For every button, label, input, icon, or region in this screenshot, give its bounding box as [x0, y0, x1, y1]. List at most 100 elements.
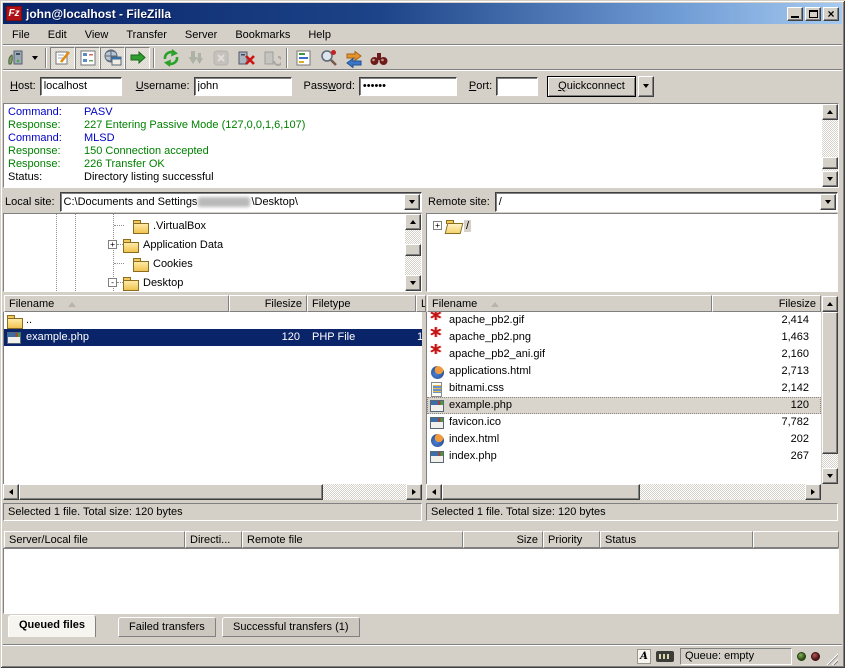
- tree-expander[interactable]: +: [108, 240, 117, 249]
- remote-vscrollbar[interactable]: [822, 296, 838, 484]
- file-row[interactable]: apache_pb2.gif 2,414: [427, 312, 821, 329]
- column-header-filename[interactable]: Filename: [427, 295, 712, 312]
- resize-grip-icon[interactable]: [825, 652, 838, 665]
- scrollbar-thumb[interactable]: [442, 484, 640, 500]
- column-header-size[interactable]: Size: [463, 531, 543, 548]
- scrollbar-down-button[interactable]: [822, 171, 838, 187]
- file-type-icon: [429, 347, 445, 363]
- column-header-filesize[interactable]: Filesize: [229, 295, 307, 312]
- local-site-dropdown-button[interactable]: [404, 194, 420, 210]
- scrollbar-right-button[interactable]: [805, 484, 821, 500]
- username-input[interactable]: [194, 77, 292, 96]
- scrollbar-up-button[interactable]: [405, 214, 421, 230]
- column-header-server-local-file[interactable]: Server/Local file: [4, 531, 185, 548]
- column-header-filetype[interactable]: Filetype: [307, 295, 416, 312]
- local-tree-scrollbar[interactable]: [405, 214, 421, 291]
- queue-list[interactable]: [3, 548, 839, 614]
- column-header-filename[interactable]: Filename: [4, 295, 229, 312]
- scrollbar-down-button[interactable]: [405, 275, 421, 291]
- reconnect-button[interactable]: [258, 47, 283, 70]
- scrollbar-thumb[interactable]: [405, 244, 421, 256]
- tree-item-virtualbox[interactable]: .VirtualBox: [114, 216, 206, 235]
- remote-site-dropdown-button[interactable]: [820, 194, 836, 210]
- title-bar[interactable]: Fz john@localhost - FileZilla ×: [3, 3, 842, 24]
- tree-item-application-data[interactable]: + Application Data: [108, 235, 223, 254]
- password-input[interactable]: [359, 77, 457, 96]
- synchronized-browsing-button[interactable]: [341, 47, 366, 70]
- toggle-local-tree-button[interactable]: [75, 47, 100, 70]
- remote-site-combo[interactable]: /: [495, 192, 838, 212]
- column-header-filesize[interactable]: Filesize: [712, 295, 821, 312]
- quickconnect-button[interactable]: Quickconnect: [547, 76, 636, 97]
- toggle-message-log-button[interactable]: [50, 47, 75, 70]
- file-row-selected[interactable]: example.php 120: [427, 397, 821, 414]
- tree-expander[interactable]: -: [108, 278, 117, 287]
- maximize-button[interactable]: [805, 7, 821, 21]
- scrollbar-thumb[interactable]: [19, 484, 323, 500]
- tree-item-cookies[interactable]: Cookies: [114, 254, 193, 273]
- site-manager-button[interactable]: [3, 47, 28, 70]
- queue-splitter[interactable]: [3, 522, 842, 531]
- process-queue-button[interactable]: [183, 47, 208, 70]
- toggle-remote-tree-button[interactable]: [100, 47, 125, 70]
- toggle-transfer-queue-button[interactable]: [125, 47, 150, 70]
- file-row[interactable]: favicon.ico 7,782: [427, 414, 821, 431]
- column-header-remote-file[interactable]: Remote file: [242, 531, 463, 548]
- remote-hscrollbar[interactable]: [426, 484, 821, 500]
- port-input[interactable]: [496, 77, 538, 96]
- column-header-status[interactable]: Status: [600, 531, 753, 548]
- file-row-example-php[interactable]: example.php 120 PHP File 1: [4, 329, 422, 346]
- close-button[interactable]: ×: [823, 7, 839, 21]
- directory-comparison-button[interactable]: [316, 47, 341, 70]
- host-input[interactable]: [40, 77, 122, 96]
- column-header-priority[interactable]: Priority: [543, 531, 600, 548]
- speed-limits-icon[interactable]: [656, 651, 674, 662]
- column-header-direction[interactable]: Directi...: [185, 531, 242, 548]
- tab-successful-transfers[interactable]: Successful transfers (1): [222, 617, 360, 637]
- menu-transfer[interactable]: Transfer: [117, 26, 176, 44]
- tree-expander[interactable]: +: [433, 221, 442, 230]
- file-row[interactable]: apache_pb2.png 1,463: [427, 329, 821, 346]
- tab-failed-transfers[interactable]: Failed transfers: [118, 617, 216, 637]
- local-site-combo[interactable]: C:\Documents and Settings\Desktop\: [60, 192, 422, 212]
- scrollbar-left-button[interactable]: [3, 484, 19, 500]
- menu-edit[interactable]: Edit: [39, 26, 76, 44]
- tree-item-label: Cookies: [153, 258, 193, 270]
- scrollbar-up-button[interactable]: [822, 104, 838, 120]
- directory-listing-filters-button[interactable]: [291, 47, 316, 70]
- scrollbar-right-button[interactable]: [406, 484, 422, 500]
- scrollbar-thumb[interactable]: [822, 312, 838, 454]
- tab-queued-files[interactable]: Queued files: [8, 615, 96, 637]
- disconnect-button[interactable]: [233, 47, 258, 70]
- find-files-button[interactable]: [366, 47, 391, 70]
- filezilla-app-icon[interactable]: Fz: [6, 6, 22, 21]
- minimize-button[interactable]: [787, 7, 803, 21]
- menu-server[interactable]: Server: [176, 26, 226, 44]
- menu-help[interactable]: Help: [299, 26, 340, 44]
- file-row[interactable]: index.php 267: [427, 448, 821, 465]
- refresh-button[interactable]: [158, 47, 183, 70]
- ascii-data-type-icon[interactable]: A: [637, 649, 651, 664]
- menu-bookmarks[interactable]: Bookmarks: [226, 26, 299, 44]
- tree-item-root[interactable]: + /: [433, 216, 471, 235]
- cancel-operation-button[interactable]: [208, 47, 233, 70]
- tree-item-desktop[interactable]: - Desktop: [108, 273, 183, 292]
- file-row[interactable]: applications.html 2,713: [427, 363, 821, 380]
- scrollbar-down-button[interactable]: [822, 468, 838, 484]
- file-row[interactable]: bitnami.css 2,142: [427, 380, 821, 397]
- scrollbar-thumb[interactable]: [822, 157, 838, 169]
- triangle-left-icon: [9, 489, 13, 495]
- menu-view[interactable]: View: [76, 26, 118, 44]
- log-scrollbar[interactable]: [822, 104, 838, 187]
- scrollbar-up-button[interactable]: [822, 296, 838, 312]
- file-row-parent-dir[interactable]: ..: [4, 312, 422, 329]
- quickconnect-dropdown-button[interactable]: [638, 76, 654, 97]
- refresh-icon: [161, 48, 181, 68]
- file-row[interactable]: apache_pb2_ani.gif 2,160: [427, 346, 821, 363]
- local-hscrollbar[interactable]: [3, 484, 422, 500]
- triangle-down-icon: [827, 474, 833, 478]
- file-row[interactable]: index.html 202: [427, 431, 821, 448]
- menu-file[interactable]: File: [3, 26, 39, 44]
- site-manager-dropdown-button[interactable]: [28, 47, 42, 70]
- scrollbar-left-button[interactable]: [426, 484, 442, 500]
